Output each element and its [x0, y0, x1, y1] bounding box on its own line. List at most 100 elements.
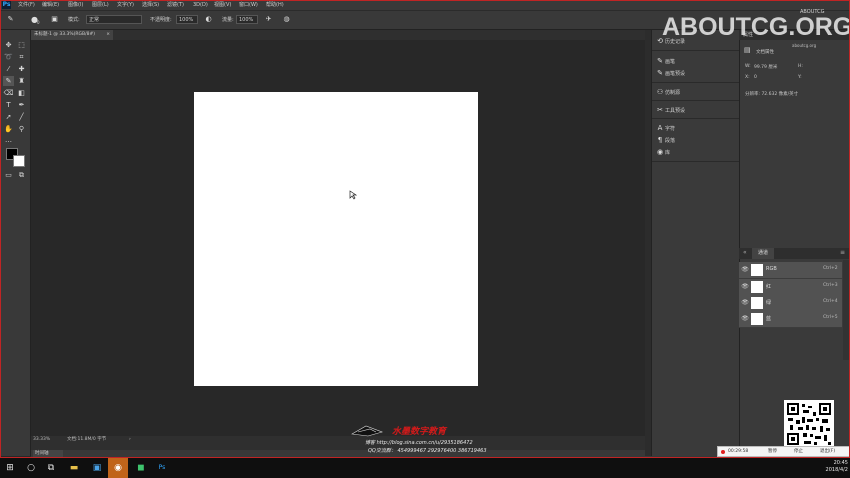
- document-properties-label: 文档属性: [756, 50, 774, 55]
- menu-type[interactable]: 文字(Y): [117, 1, 134, 9]
- task-view-icon[interactable]: ⧉: [45, 462, 57, 474]
- width-value[interactable]: 99.79 厘米: [754, 64, 777, 70]
- dock-character[interactable]: A 字符: [655, 123, 675, 133]
- brush-icon: ✎: [657, 57, 663, 65]
- zoom-level[interactable]: 33.33%: [33, 436, 50, 444]
- panel-collapse-icon[interactable]: «: [743, 249, 747, 256]
- more-tools-icon[interactable]: …: [3, 135, 14, 145]
- marquee-tool-icon[interactable]: ⬚: [16, 40, 27, 50]
- brush-tool-selected-icon[interactable]: ✎: [3, 76, 14, 86]
- gradient-tool-icon[interactable]: ◧: [16, 88, 27, 98]
- type-tool-icon[interactable]: T: [3, 100, 14, 110]
- menu-help[interactable]: 帮助(H): [266, 1, 284, 9]
- healing-brush-tool-icon[interactable]: ✚: [16, 64, 27, 74]
- panel-menu-icon[interactable]: ≡: [840, 249, 845, 256]
- channel-row-rgb[interactable]: 👁 RGB Ctrl+2: [739, 262, 842, 279]
- channel-row-blue[interactable]: 👁 蓝 Ctrl+5: [739, 311, 842, 328]
- document-tab-title: 未标题-1 @ 33.3%(RGB/8#): [34, 32, 96, 37]
- menu-window[interactable]: 窗口(W): [239, 1, 258, 9]
- dock-divider: [652, 82, 739, 83]
- cursor-icon: [349, 190, 357, 200]
- x-label: X:: [745, 75, 750, 80]
- file-explorer-icon[interactable]: ▬: [68, 462, 80, 474]
- channel-shortcut: Ctrl+3: [823, 283, 838, 288]
- tools-panel: ✥ ⬚ ➰ ⌗ ⁄ ✚ ✎ ♜ ⌫ ◧ T ✒ ➚ ╱ ✋ ⚲ … ▭ ⧉: [0, 30, 31, 456]
- channel-name: RGB: [766, 266, 777, 272]
- chat-app-icon[interactable]: ◼: [135, 462, 147, 474]
- opacity-label: 不透明度:: [150, 17, 172, 23]
- eraser-tool-icon[interactable]: ⌫: [3, 88, 14, 98]
- document-canvas[interactable]: [194, 92, 478, 386]
- channels-scrollbar[interactable]: [843, 260, 849, 360]
- flow-input[interactable]: 100%: [236, 15, 258, 24]
- character-icon: A: [657, 124, 663, 132]
- dock-brush-presets[interactable]: ✎ 画笔预设: [655, 68, 685, 78]
- brush-panel-icon[interactable]: ▣: [50, 15, 59, 24]
- dock-tool-presets[interactable]: ✂ 工具预设: [655, 105, 685, 115]
- menu-select[interactable]: 选择(S): [142, 1, 159, 9]
- pressure-opacity-icon[interactable]: ◐: [204, 15, 213, 24]
- hand-tool-icon[interactable]: ✋: [3, 124, 14, 134]
- menu-image[interactable]: 图像(I): [68, 1, 83, 9]
- zoom-tool-icon[interactable]: ⚲: [16, 124, 27, 134]
- y-label: Y:: [798, 75, 802, 80]
- document-tab[interactable]: 未标题-1 @ 33.3%(RGB/8#) ×: [31, 30, 113, 40]
- pressure-size-icon[interactable]: ◍: [282, 15, 291, 24]
- menu-view[interactable]: 视图(V): [214, 1, 231, 9]
- exit-button[interactable]: 退出(F): [820, 448, 835, 456]
- screen-mode-icon[interactable]: ⧉: [16, 170, 27, 180]
- stamp-tool-icon[interactable]: ♜: [16, 76, 27, 86]
- watermark-sub: ABOUTCG: [800, 9, 825, 15]
- document-tab-bar: [31, 30, 645, 40]
- channel-row-red[interactable]: 👁 红 Ctrl+3: [739, 279, 842, 296]
- menu-layer[interactable]: 图层(L): [92, 1, 109, 9]
- store-app-icon[interactable]: ▣: [91, 462, 103, 474]
- dock-library[interactable]: ◉ 库: [655, 147, 670, 157]
- photoshop-taskbar-icon[interactable]: Ps: [156, 462, 168, 474]
- pen-tool-icon[interactable]: ✒: [16, 100, 27, 110]
- path-selection-tool-icon[interactable]: ➚: [3, 112, 14, 122]
- mode-select[interactable]: 正常: [86, 15, 142, 24]
- dock-clone-source[interactable]: ⚇ 仿制源: [655, 87, 680, 97]
- menu-3d[interactable]: 3D(D): [193, 1, 208, 9]
- close-tab-icon[interactable]: ×: [106, 30, 110, 40]
- channels-tab[interactable]: 通道: [752, 248, 774, 259]
- taskbar-clock[interactable]: 20:45 2018/4/2: [822, 460, 848, 474]
- dock-brush[interactable]: ✎ 画笔: [655, 56, 675, 66]
- clone-source-icon: ⚇: [656, 88, 664, 96]
- menu-filter[interactable]: 滤镜(T): [167, 1, 184, 9]
- x-value[interactable]: 0: [754, 75, 757, 80]
- clock-date: 2018/4/2: [825, 467, 848, 473]
- pause-button[interactable]: 暂停: [768, 448, 777, 456]
- visibility-eye-icon[interactable]: 👁: [741, 298, 749, 308]
- blog-credit-text: 博客 http://blog.sina.com.cn/u/2935186472: [365, 440, 473, 446]
- document-info: 文档:11.8M/0 字节: [67, 437, 107, 442]
- recorder-app-icon[interactable]: ◉: [112, 462, 124, 474]
- visibility-eye-icon[interactable]: 👁: [741, 265, 749, 275]
- menu-file[interactable]: 文件(F): [18, 1, 35, 9]
- stop-button[interactable]: 停止: [794, 448, 803, 456]
- dock-paragraph[interactable]: ¶ 段落: [655, 135, 675, 145]
- opacity-input[interactable]: 100%: [176, 15, 198, 24]
- move-tool-icon[interactable]: ✥: [3, 40, 14, 50]
- shape-tool-icon[interactable]: ╱: [16, 112, 27, 122]
- channel-row-green[interactable]: 👁 绿 Ctrl+4: [739, 295, 842, 312]
- search-icon[interactable]: ○: [25, 462, 37, 474]
- menu-edit[interactable]: 编辑(E): [42, 1, 59, 9]
- eyedropper-tool-icon[interactable]: ⁄: [3, 64, 14, 74]
- airbrush-icon[interactable]: ✈: [264, 15, 273, 24]
- lasso-tool-icon[interactable]: ➰: [3, 52, 14, 62]
- recording-indicator-icon: [721, 450, 725, 454]
- status-arrow-icon[interactable]: ›: [129, 436, 131, 444]
- visibility-eye-icon[interactable]: 👁: [741, 282, 749, 292]
- visibility-eye-icon[interactable]: 👁: [741, 314, 749, 324]
- quick-mask-icon[interactable]: ▭: [3, 170, 14, 180]
- background-color-swatch[interactable]: [13, 155, 25, 167]
- crop-tool-icon[interactable]: ⌗: [16, 52, 27, 62]
- windows-start-icon[interactable]: ⊞: [4, 462, 16, 474]
- screen-recorder-bar: 00:29:58 暂停 停止 退出(F): [717, 446, 850, 457]
- channel-name: 绿: [766, 300, 772, 306]
- timeline-tab[interactable]: 时间轴: [33, 450, 63, 457]
- dock-divider: [652, 118, 739, 119]
- brush-tool-icon[interactable]: ✎: [6, 15, 15, 24]
